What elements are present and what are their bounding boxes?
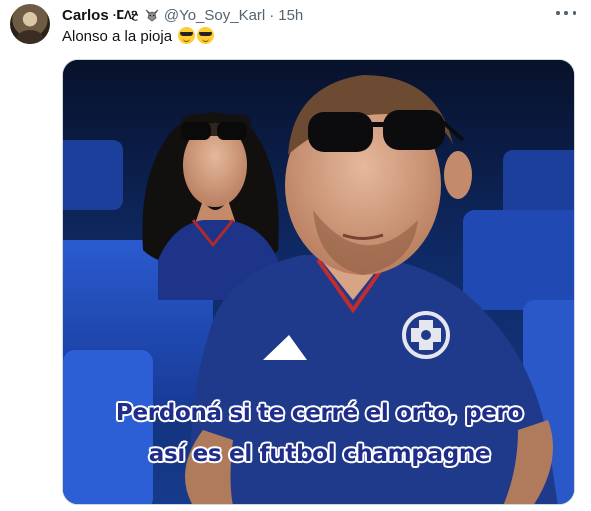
avatar-figure bbox=[16, 30, 44, 44]
meme-caption-line2: así es el futbol champagne bbox=[148, 441, 491, 467]
display-name-decoration: ·ⵎΛⳈ bbox=[112, 7, 139, 22]
more-options-icon[interactable] bbox=[556, 6, 576, 20]
meme-image bbox=[63, 60, 574, 504]
sunglasses-emoji bbox=[197, 27, 215, 44]
tweet: Carlos ·ⵎΛⳈ @Yo_Soy_Karl · 15h Alonso a … bbox=[0, 0, 591, 511]
tweet-text-body: Alonso a la pioja bbox=[62, 28, 173, 45]
tweet-media[interactable]: Perdoná si te cerré el orto, pero así es… bbox=[62, 59, 575, 505]
separator-dot: · bbox=[269, 6, 275, 24]
avatar[interactable] bbox=[10, 4, 50, 44]
meme-caption-line1: Perdoná si te cerré el orto, pero bbox=[115, 400, 524, 426]
tweet-text: Alonso a la pioja bbox=[62, 27, 215, 45]
wolf-icon bbox=[145, 9, 159, 22]
display-name[interactable]: Carlos bbox=[62, 7, 109, 24]
tweet-header: Carlos ·ⵎΛⳈ @Yo_Soy_Karl · 15h bbox=[62, 5, 303, 25]
user-handle[interactable]: @Yo_Soy_Karl bbox=[164, 7, 265, 24]
sunglasses-emoji bbox=[178, 27, 196, 44]
timestamp[interactable]: 15h bbox=[278, 7, 303, 24]
